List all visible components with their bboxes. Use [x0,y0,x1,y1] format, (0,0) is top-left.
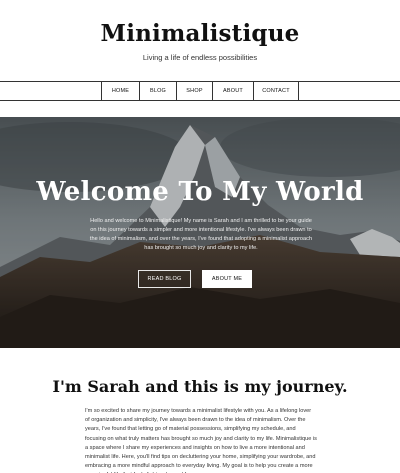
site-tagline: Living a life of endless possibilities [142,53,258,62]
nav-item-shop[interactable]: SHOP [176,82,212,100]
site-title[interactable]: Minimalistique [0,20,400,47]
main-nav: HOME BLOG SHOP ABOUT CONTACT [0,81,400,101]
about-heading: I'm Sarah and this is my journey. [52,377,348,396]
read-blog-button[interactable]: READ BLOG [138,270,191,288]
nav-item-contact[interactable]: CONTACT [253,82,299,100]
nav-item-about[interactable]: ABOUT [212,82,253,100]
about-text: I'm so excited to share my journey towar… [85,408,317,473]
site-header: Minimalistique Living a life of endless … [0,0,400,80]
about-me-button[interactable]: ABOUT ME [202,270,252,288]
hero-text: Hello and welcome to Minimalistique! My … [89,218,313,251]
nav-item-blog[interactable]: BLOG [139,82,176,100]
nav-item-home[interactable]: HOME [101,82,139,100]
hero-section: Welcome To My World Hello and welcome to… [0,117,400,348]
hero-title: Welcome To My World [36,177,364,207]
